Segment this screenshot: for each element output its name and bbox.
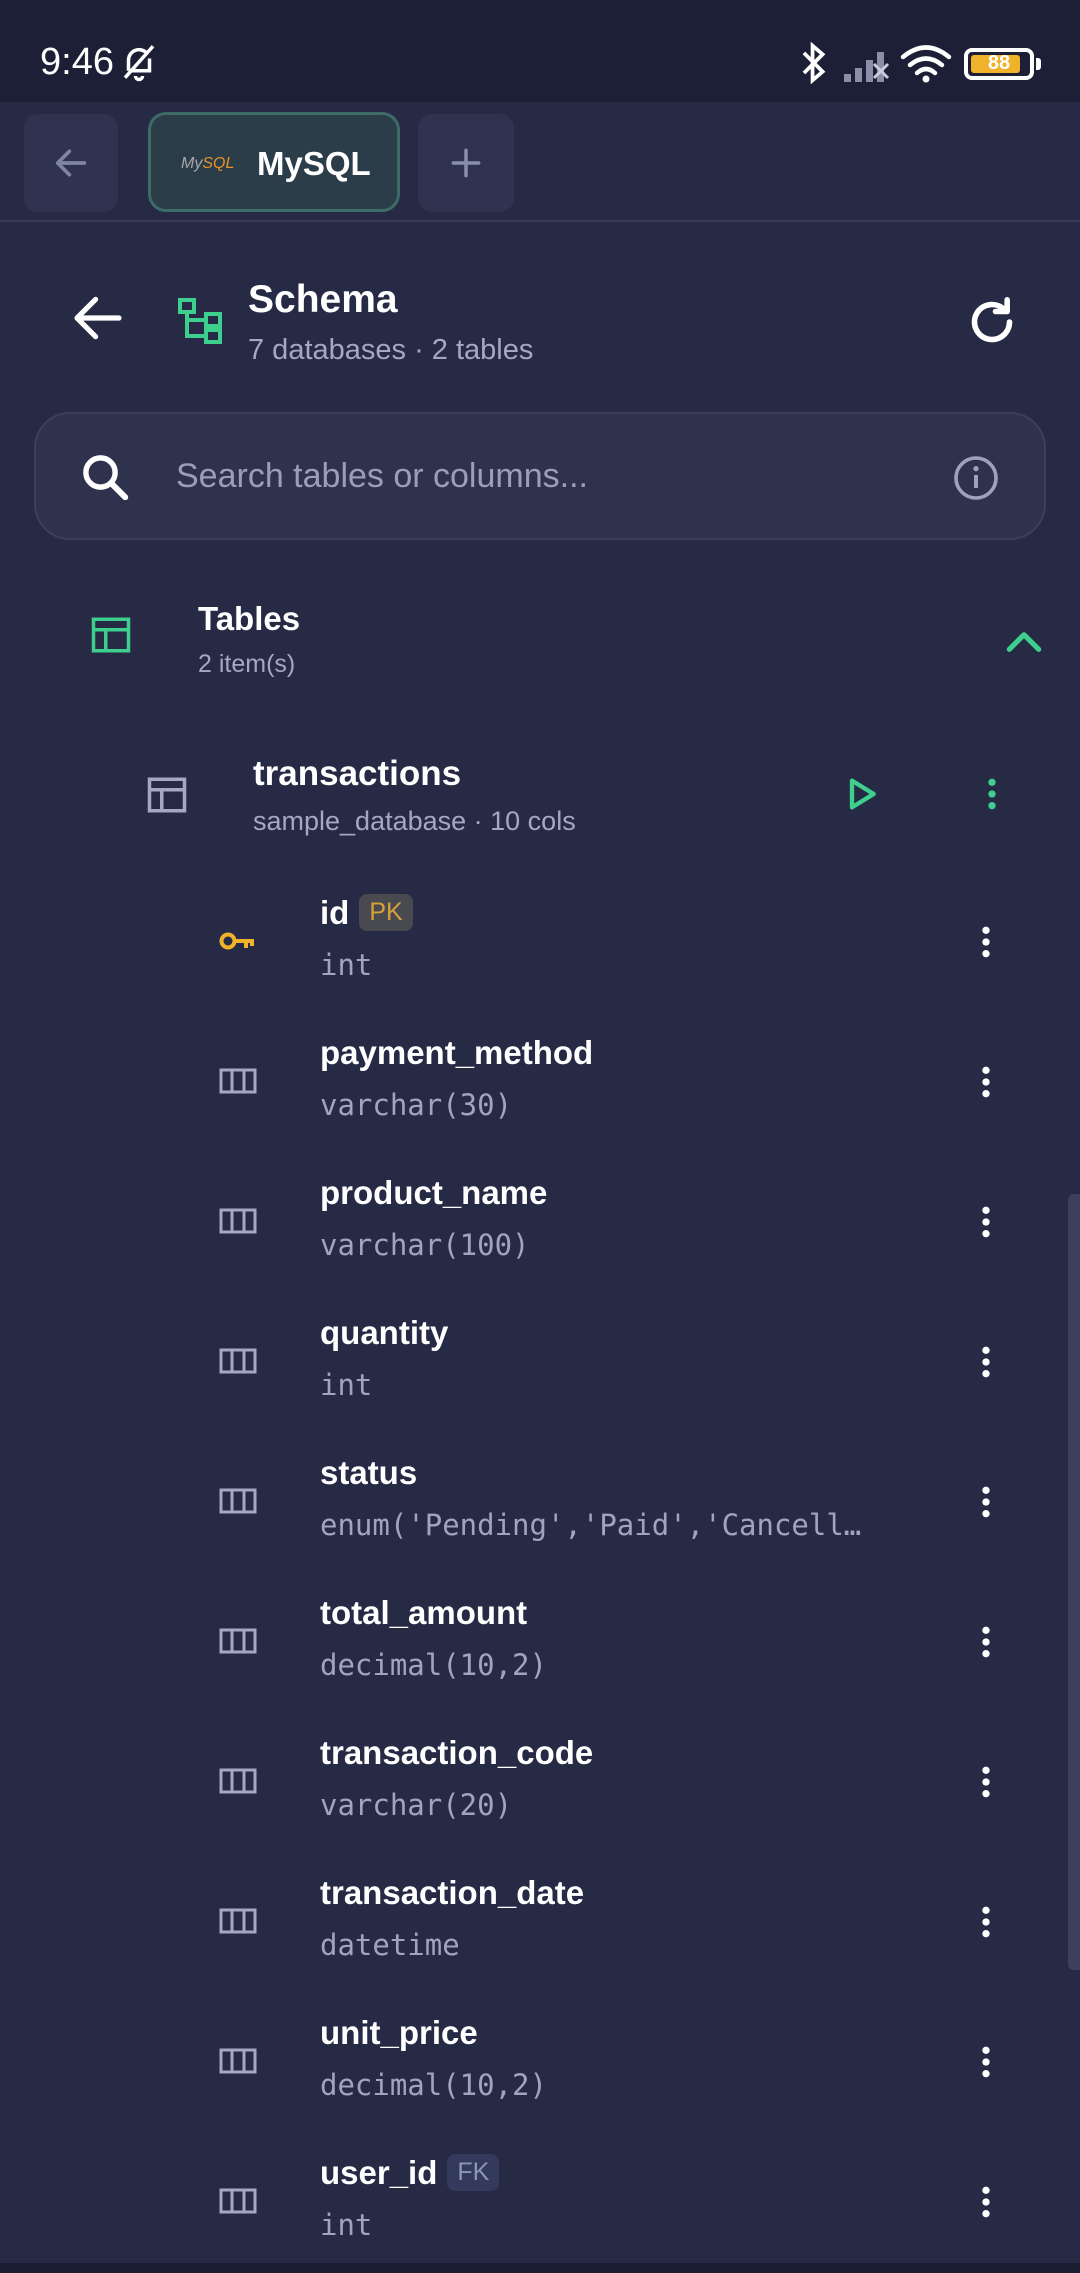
column-type: decimal(10,2) <box>320 1648 547 1682</box>
column-type: int <box>320 1368 373 1402</box>
column-row-user-id[interactable]: user_id FK int <box>0 2130 1060 2270</box>
foreign-key-badge: FK <box>447 2154 500 2191</box>
column-name: transaction_date <box>320 1874 585 1911</box>
group-count: 2 item(s) <box>198 650 296 678</box>
page-title: Schema <box>248 278 398 321</box>
plus-icon <box>451 148 481 178</box>
more-vertical-icon[interactable] <box>966 1340 1006 1384</box>
status-time: 9:46 <box>40 41 114 83</box>
info-icon[interactable] <box>952 454 1000 502</box>
column-icon <box>219 2048 257 2074</box>
table-meta: sample_database · 10 cols <box>253 806 576 836</box>
column-name: product_name <box>320 1174 548 1211</box>
column-name: total_amount <box>320 1594 528 1631</box>
column-icon <box>219 1488 257 1514</box>
table-icon <box>147 777 187 813</box>
app-root: 9:46 88 MySQL MySQL Schema 7 databases ·… <box>0 0 1080 2273</box>
key-icon <box>219 932 254 950</box>
column-name: transaction_code <box>320 1734 594 1771</box>
column-icon <box>219 1768 257 1794</box>
table-grid-icon <box>91 617 131 653</box>
column-icon <box>219 1348 257 1374</box>
column-name: id PK <box>320 894 413 932</box>
column-row-status[interactable]: status enum('Pending','Paid','Cancell… <box>0 1430 1060 1570</box>
more-vertical-icon[interactable] <box>966 1060 1006 1104</box>
page-subtitle: 7 databases · 2 tables <box>248 334 534 366</box>
column-icon <box>219 2188 257 2214</box>
column-type: decimal(10,2) <box>320 2068 547 2102</box>
column-type: int <box>320 948 373 982</box>
column-icon <box>219 1068 257 1094</box>
primary-key-badge: PK <box>359 894 413 931</box>
column-type: int <box>320 2208 373 2242</box>
search-input[interactable] <box>176 444 956 508</box>
more-vertical-icon[interactable] <box>966 1620 1006 1664</box>
back-arrow-icon[interactable] <box>70 290 126 346</box>
schema-tree-icon <box>178 298 222 344</box>
column-row-transaction-code[interactable]: transaction_code varchar(20) <box>0 1710 1060 1850</box>
column-type: enum('Pending','Paid','Cancell… <box>320 1508 862 1542</box>
column-row-total-amount[interactable]: total_amount decimal(10,2) <box>0 1570 1060 1710</box>
column-name: status <box>320 1454 418 1491</box>
tabs-back-button[interactable] <box>24 114 118 212</box>
more-vertical-icon[interactable] <box>966 2040 1006 2084</box>
battery-tip <box>1036 58 1041 70</box>
column-row-transaction-date[interactable]: transaction_date datetime <box>0 1850 1060 1990</box>
battery-icon: 88 <box>964 48 1034 80</box>
group-title: Tables <box>198 600 301 637</box>
more-vertical-icon[interactable] <box>966 1480 1006 1524</box>
column-row-payment-method[interactable]: payment_method varchar(30) <box>0 1010 1060 1150</box>
more-vertical-icon[interactable] <box>972 772 1012 816</box>
column-type: varchar(100) <box>320 1228 530 1262</box>
column-icon <box>219 1208 257 1234</box>
status-bar: 9:46 88 <box>0 0 1080 102</box>
column-name: user_id FK <box>320 2154 500 2192</box>
column-row-id[interactable]: id PK int <box>0 870 1060 1010</box>
column-icon <box>219 1628 257 1654</box>
column-type: datetime <box>320 1928 460 1962</box>
column-type: varchar(30) <box>320 1088 513 1122</box>
more-vertical-icon[interactable] <box>966 920 1006 964</box>
column-row-quantity[interactable]: quantity int <box>0 1290 1060 1430</box>
tab-label: MySQL <box>257 145 371 182</box>
search-icon <box>83 455 129 501</box>
play-icon[interactable] <box>842 774 882 814</box>
column-row-product-name[interactable]: product_name varchar(100) <box>0 1150 1060 1290</box>
bottom-edge <box>0 2263 1080 2273</box>
chevron-up-icon[interactable] <box>1002 620 1046 664</box>
search-bar <box>34 412 1046 540</box>
bluetooth-icon <box>802 41 826 85</box>
more-vertical-icon[interactable] <box>966 1900 1006 1944</box>
add-tab-button[interactable] <box>418 114 514 212</box>
refresh-icon[interactable] <box>964 294 1020 350</box>
tab-mysql-connection[interactable]: MySQL MySQL <box>148 112 400 212</box>
battery-level: 88 <box>987 52 1011 74</box>
connection-tab-strip: MySQL MySQL <box>0 102 1080 222</box>
more-vertical-icon[interactable] <box>966 2180 1006 2224</box>
more-vertical-icon[interactable] <box>966 1760 1006 1804</box>
bell-muted-icon <box>123 45 155 82</box>
column-name: quantity <box>320 1314 449 1351</box>
scrollbar[interactable] <box>1068 1194 1080 1970</box>
arrow-left-icon <box>55 149 87 177</box>
wifi-icon <box>900 45 952 83</box>
mysql-logo: MySQL <box>181 155 235 172</box>
column-name: unit_price <box>320 2014 478 2051</box>
column-name: payment_method <box>320 1034 594 1071</box>
column-row-unit-price[interactable]: unit_price decimal(10,2) <box>0 1990 1060 2130</box>
cell-signal-icon <box>844 52 890 82</box>
column-type: varchar(20) <box>320 1788 513 1822</box>
column-icon <box>219 1908 257 1934</box>
table-name: transactions <box>253 754 462 793</box>
more-vertical-icon[interactable] <box>966 1200 1006 1244</box>
